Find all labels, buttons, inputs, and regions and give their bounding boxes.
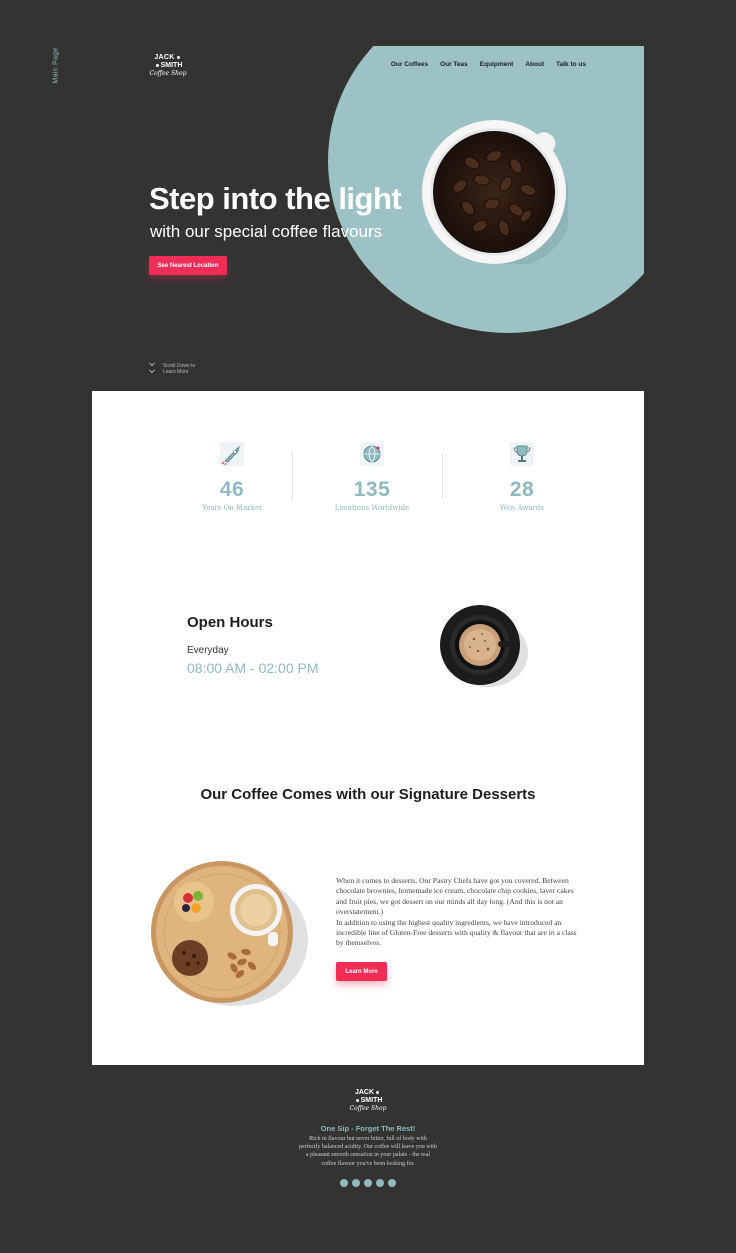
rocket-icon [220, 442, 244, 466]
side-label: Main Page [52, 47, 60, 84]
stat-value: 135 [353, 478, 391, 501]
social-icon-3[interactable] [364, 1179, 372, 1187]
social-icon-4[interactable] [376, 1179, 384, 1187]
espresso-cup-icon [440, 605, 528, 687]
trophy-icon [510, 442, 534, 466]
nav-talk-to-us[interactable]: Talk to us [556, 61, 586, 68]
see-nearest-location-button[interactable]: See Nearest Location [149, 256, 227, 275]
main-nav: Our Coffees Our Teas Equipment About Tal… [391, 61, 586, 68]
stat-label: Won Awards [500, 504, 544, 512]
globe-icon [360, 442, 384, 466]
nav-our-coffees[interactable]: Our Coffees [391, 61, 428, 68]
nav-our-teas[interactable]: Our Teas [440, 61, 468, 68]
social-icon-2[interactable] [352, 1179, 360, 1187]
learn-more-button[interactable]: Learn More [336, 962, 387, 981]
stat-label: Locations Worldwide [334, 504, 410, 512]
hero-subtitle: with our special coffee flavours [150, 222, 383, 241]
open-hours-title: Open Hours [187, 614, 273, 631]
stat-years: 46 Years On Market [162, 441, 302, 512]
stats-section: 46 Years On Market 135 Locations Worldwi… [162, 441, 582, 521]
dessert-board-image [151, 861, 308, 1006]
footer-text: Rich in flavour but never bitter, full o… [299, 1136, 437, 1167]
chevron-down-icon [149, 362, 155, 374]
nav-equipment[interactable]: Equipment [480, 61, 514, 68]
footer-logo[interactable]: JACK SMITH Coffee Shop [348, 1089, 388, 1113]
social-icon-5[interactable] [388, 1179, 396, 1187]
stat-divider [292, 453, 293, 499]
scroll-line-1: Scroll Down to [163, 362, 196, 369]
nav-about[interactable]: About [525, 61, 544, 68]
open-hours-day: Everyday [187, 645, 229, 656]
stat-value: 46 [219, 478, 245, 501]
footer: JACK SMITH Coffee Shop One Sip - Forget … [92, 1065, 644, 1212]
stat-value: 28 [509, 478, 535, 501]
brand-logo[interactable]: JACK SMITH Coffee Shop [148, 54, 188, 78]
stat-divider [442, 453, 443, 499]
hero-title: Step into the light [149, 181, 402, 216]
desserts-paragraph-1: When it comes to desserts, Our Pastry Ch… [336, 876, 574, 917]
stat-label: Years On Market [202, 504, 262, 512]
social-links [340, 1179, 396, 1187]
scroll-down-hint[interactable]: Scroll Down to Learn More [149, 362, 195, 375]
page: JACK SMITH Coffee Shop Our Coffees Our T… [92, 46, 644, 1212]
stat-locations: 135 Locations Worldwide [302, 441, 442, 512]
hero-section: JACK SMITH Coffee Shop Our Coffees Our T… [92, 46, 644, 391]
social-icon-1[interactable] [340, 1179, 348, 1187]
desserts-description: When it comes to desserts, Our Pastry Ch… [336, 876, 584, 949]
stat-awards: 28 Won Awards [452, 441, 592, 512]
coffee-cup-icon [422, 120, 568, 264]
footer-tagline: One Sip - Forget The Rest! [320, 1124, 416, 1133]
scroll-line-2: Learn More [163, 368, 189, 375]
open-hours-time: 08:00 AM - 02:00 PM [187, 660, 319, 676]
desserts-paragraph-2: In addition to using the highest quality… [336, 917, 577, 948]
desserts-title: Our Coffee Comes with our Signature Dess… [200, 786, 536, 803]
